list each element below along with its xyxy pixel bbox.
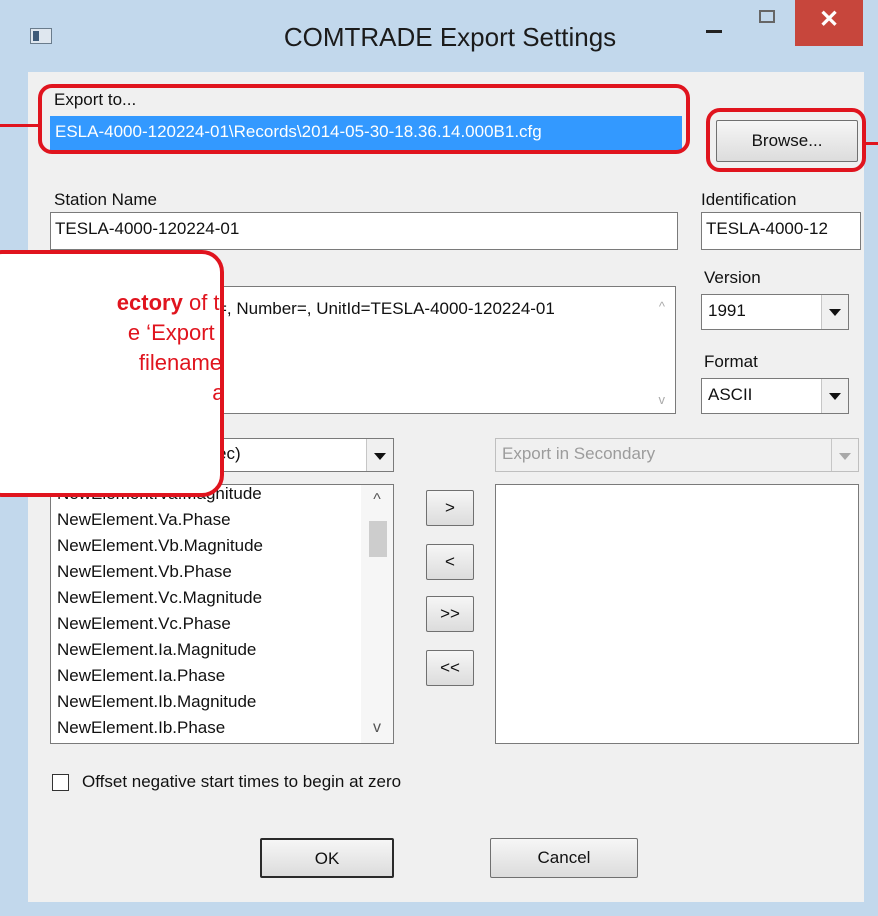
maximize-button[interactable] xyxy=(744,0,792,46)
channel-items: NewElement.Va.Magnitude NewElement.Va.Ph… xyxy=(57,485,263,741)
callout-text: ectory of the e ‘Export to’ filename is … xyxy=(0,288,224,408)
browse-highlight xyxy=(706,108,866,172)
scroll-down-icon[interactable]: v xyxy=(659,392,666,407)
remove-all-channels-button[interactable]: << xyxy=(426,650,474,686)
app-window-icon[interactable] xyxy=(30,28,52,44)
offset-checkbox-label[interactable]: Offset negative start times to begin at … xyxy=(82,772,401,792)
browse-leader-line xyxy=(864,142,878,145)
list-item[interactable]: NewElement.Ib.Magnitude xyxy=(57,689,263,715)
callout-bold-text: ectory xyxy=(116,290,183,315)
list-item[interactable]: NewElement.Va.Phase xyxy=(57,507,263,533)
list-item[interactable]: NewElement.Vb.Phase xyxy=(57,559,263,585)
list-item[interactable]: NewElement.Ib.Phase xyxy=(57,715,263,741)
callout-line1: of the xyxy=(188,290,220,315)
offset-checkbox[interactable] xyxy=(52,774,69,791)
identification-input[interactable]: TESLA-4000-12 xyxy=(701,212,861,250)
close-icon: ✕ xyxy=(818,6,840,33)
minimize-button[interactable] xyxy=(690,0,738,46)
chevron-down-icon[interactable] xyxy=(821,379,848,413)
format-value: ASCII xyxy=(708,385,753,404)
export-to-highlight xyxy=(38,84,690,154)
version-value: 1991 xyxy=(708,301,746,320)
list-item[interactable]: NewElement.Vc.Phase xyxy=(57,611,263,637)
export-to-leader-line xyxy=(0,124,40,127)
available-channels-list[interactable]: NewElement.Va.Magnitude NewElement.Va.Ph… xyxy=(50,484,394,744)
close-button[interactable]: ✕ xyxy=(795,0,863,46)
identification-label: Identification xyxy=(701,190,797,209)
info-text: =, Number=, UnitId=TESLA-4000-120224-01 xyxy=(217,299,555,318)
title-bar[interactable]: COMTRADE Export Settings ✕ xyxy=(0,0,878,72)
list-item[interactable]: NewElement.Ia.Phase xyxy=(57,663,263,689)
channels-scrollbar[interactable]: ^ v xyxy=(361,485,393,743)
scroll-up-icon[interactable]: ^ xyxy=(659,299,665,314)
version-select[interactable]: 1991 xyxy=(701,294,849,330)
scroll-thumb[interactable] xyxy=(369,521,387,557)
station-name-label: Station Name xyxy=(54,190,157,209)
chevron-down-icon[interactable] xyxy=(366,439,393,471)
remove-channel-button[interactable]: < xyxy=(426,544,474,580)
scroll-down-icon[interactable]: v xyxy=(361,713,393,743)
selected-channels-list[interactable] xyxy=(495,484,859,744)
format-label: Format xyxy=(704,352,758,371)
list-item[interactable]: NewElement.Vb.Magnitude xyxy=(57,533,263,559)
window-title: COMTRADE Export Settings xyxy=(283,22,617,52)
cancel-button[interactable]: Cancel xyxy=(490,838,638,878)
callout-line3: filename is xyxy=(138,350,222,375)
chevron-down-icon[interactable] xyxy=(821,295,848,329)
callout-line4: are xyxy=(212,380,224,405)
list-item[interactable]: NewElement.Vc.Magnitude xyxy=(57,585,263,611)
callout-line2: e ‘Export to’ xyxy=(127,320,220,345)
annotation-callout: ectory of the e ‘Export to’ filename is … xyxy=(0,250,224,497)
version-label: Version xyxy=(704,268,761,287)
list-item[interactable]: NewElement.Ia.Magnitude xyxy=(57,637,263,663)
chevron-down-icon xyxy=(831,439,858,471)
scroll-up-icon[interactable]: ^ xyxy=(361,485,393,515)
add-channel-button[interactable]: > xyxy=(426,490,474,526)
add-all-channels-button[interactable]: >> xyxy=(426,596,474,632)
ok-button[interactable]: OK xyxy=(260,838,394,878)
export-secondary-value: Export in Secondary xyxy=(502,444,656,463)
export-secondary-select: Export in Secondary xyxy=(495,438,859,472)
format-select[interactable]: ASCII xyxy=(701,378,849,414)
station-name-input[interactable]: TESLA-4000-120224-01 xyxy=(50,212,678,250)
